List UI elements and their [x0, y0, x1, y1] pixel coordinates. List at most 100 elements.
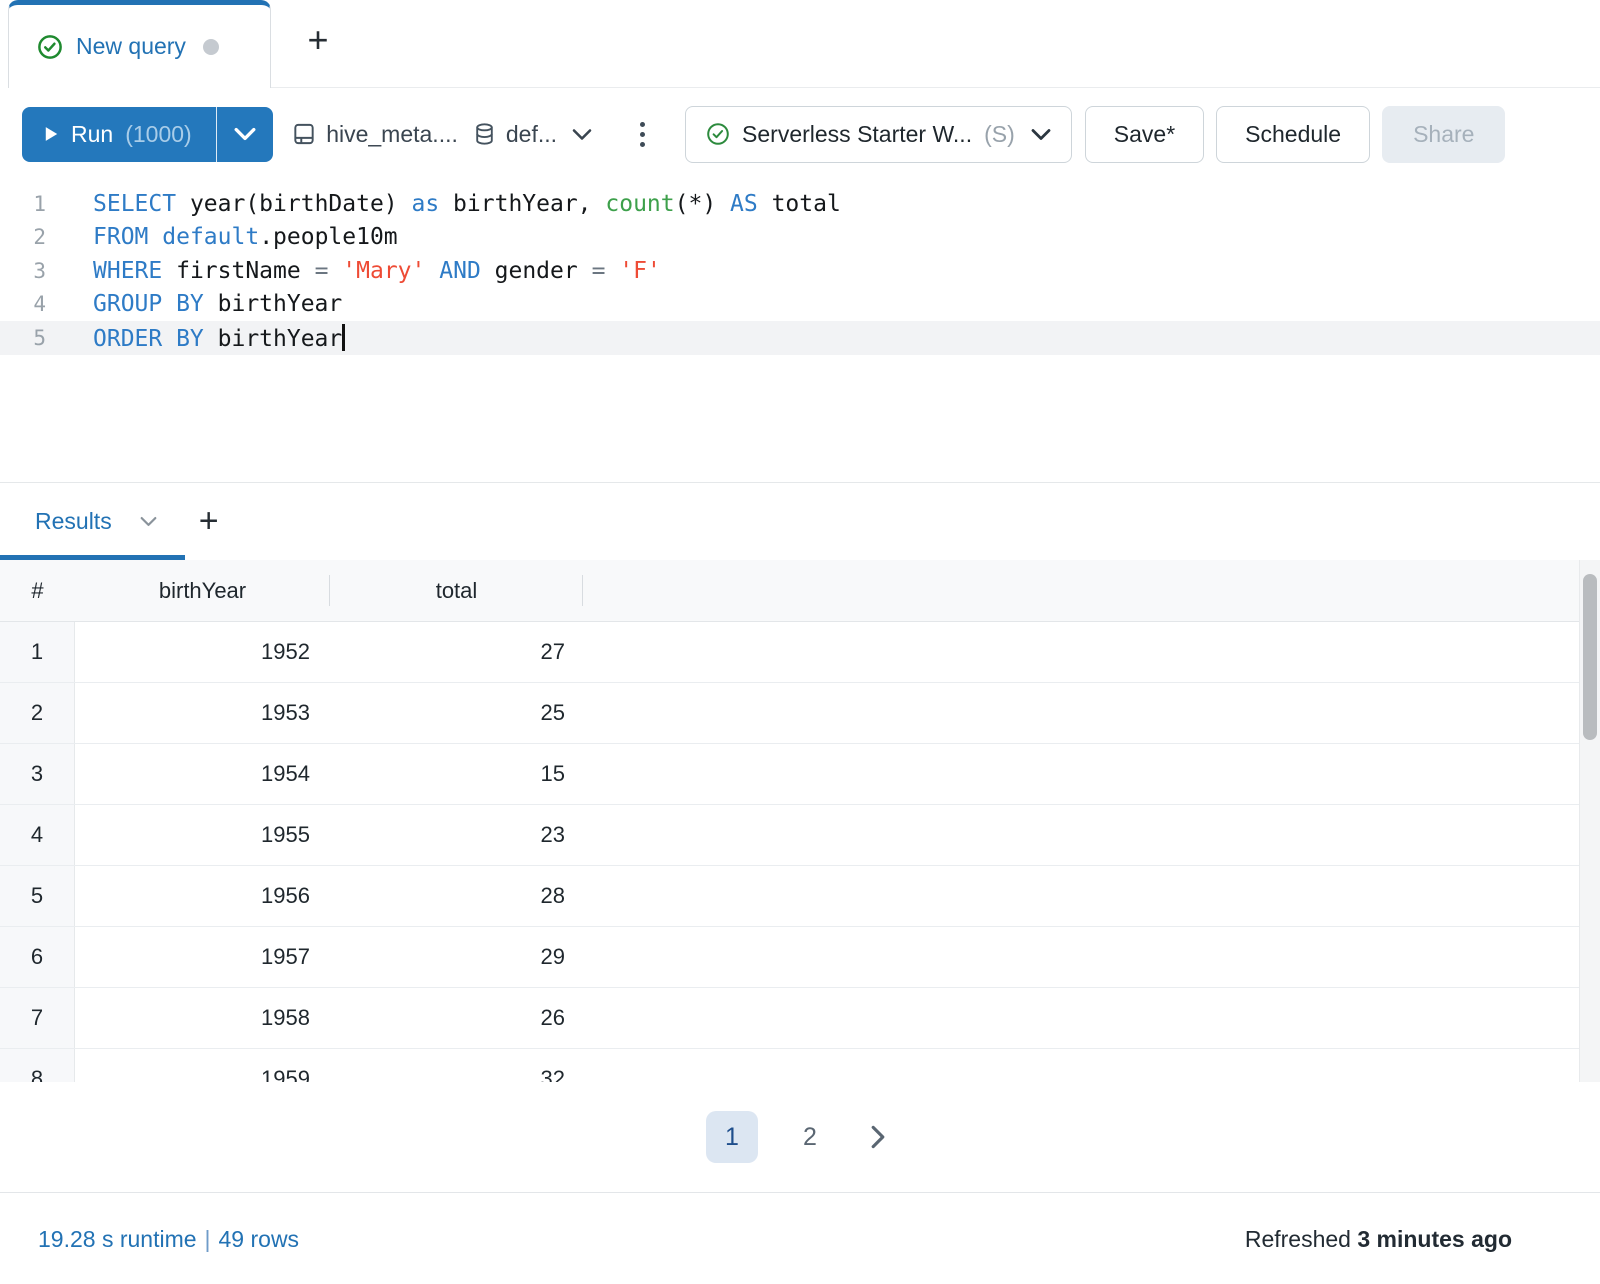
- tab-new-query[interactable]: New query: [8, 0, 271, 88]
- line-number: 1: [0, 192, 46, 216]
- cell-filler: [583, 744, 1600, 804]
- chevron-down-icon: [1031, 128, 1051, 141]
- tab-bar-divider: [271, 87, 1600, 88]
- code-text: GROUP BY birthYear: [93, 291, 342, 317]
- column-header-total[interactable]: total: [330, 560, 583, 621]
- table-row: 2195325: [0, 683, 1600, 744]
- catalog-icon: [291, 121, 317, 147]
- table-row: 6195729: [0, 927, 1600, 988]
- vertical-scrollbar-track[interactable]: [1579, 560, 1600, 1082]
- cell-birthyear[interactable]: 1956: [75, 866, 330, 926]
- run-limit: (1000): [125, 121, 191, 148]
- row-index: 4: [0, 805, 75, 865]
- schedule-button[interactable]: Schedule: [1216, 106, 1370, 163]
- save-button[interactable]: Save*: [1085, 106, 1204, 163]
- cell-birthyear[interactable]: 1959: [75, 1049, 330, 1082]
- code-text: ORDER BY birthYear: [93, 324, 345, 352]
- toolbar: Run (1000) hive_meta.... def...: [0, 88, 1600, 180]
- warehouse-size: (S): [984, 121, 1015, 148]
- line-number: 3: [0, 259, 46, 283]
- column-header-filler: [583, 560, 1600, 621]
- line-number: 4: [0, 292, 46, 316]
- cell-total[interactable]: 32: [330, 1049, 583, 1082]
- tab-results[interactable]: Results: [35, 508, 112, 535]
- row-count: 49 rows: [219, 1226, 300, 1252]
- run-label: Run: [71, 121, 113, 148]
- line-number: 5: [0, 326, 46, 350]
- cell-total[interactable]: 27: [330, 622, 583, 682]
- cell-filler: [583, 683, 1600, 743]
- table-row: 3195415: [0, 744, 1600, 805]
- code-line[interactable]: 1SELECT year(birthDate) as birthYear, co…: [0, 187, 1600, 221]
- cell-total[interactable]: 29: [330, 927, 583, 987]
- results-menu-button[interactable]: [140, 516, 157, 527]
- run-button-group: Run (1000): [22, 107, 273, 162]
- cell-total[interactable]: 23: [330, 805, 583, 865]
- cell-filler: [583, 1049, 1600, 1082]
- table-row: 7195826: [0, 988, 1600, 1049]
- cell-birthyear[interactable]: 1952: [75, 622, 330, 682]
- column-header-birthyear[interactable]: birthYear: [75, 560, 330, 621]
- code-text: WHERE firstName = 'Mary' AND gender = 'F…: [93, 258, 661, 284]
- tab-title: New query: [76, 33, 186, 60]
- row-index: 8: [0, 1049, 75, 1082]
- cell-birthyear[interactable]: 1953: [75, 683, 330, 743]
- pagination: 12: [0, 1082, 1600, 1192]
- sql-editor[interactable]: 1SELECT year(birthDate) as birthYear, co…: [0, 180, 1600, 482]
- cell-birthyear[interactable]: 1955: [75, 805, 330, 865]
- line-number: 2: [0, 225, 46, 249]
- run-options-button[interactable]: [217, 107, 273, 162]
- runtime-value: 19.28 s runtime: [38, 1226, 197, 1252]
- more-options-button[interactable]: [634, 116, 651, 153]
- database-icon: [472, 121, 497, 147]
- text-cursor: [342, 324, 345, 351]
- warehouse-name: Serverless Starter W...: [742, 121, 972, 148]
- cell-birthyear[interactable]: 1958: [75, 988, 330, 1048]
- column-header-index[interactable]: #: [0, 560, 75, 621]
- stats-separator: |: [197, 1226, 219, 1252]
- share-button: Share: [1382, 106, 1505, 163]
- cell-total[interactable]: 26: [330, 988, 583, 1048]
- row-index: 2: [0, 683, 75, 743]
- unsaved-dot-icon: [203, 39, 219, 55]
- row-index: 1: [0, 622, 75, 682]
- new-tab-button[interactable]: +: [296, 18, 340, 62]
- row-index: 6: [0, 927, 75, 987]
- run-button[interactable]: Run (1000): [22, 107, 216, 162]
- add-visualization-button[interactable]: +: [199, 502, 219, 541]
- code-line[interactable]: 2FROM default.people10m: [0, 221, 1600, 255]
- table-row: 8195932: [0, 1049, 1600, 1082]
- cell-total[interactable]: 25: [330, 683, 583, 743]
- kebab-icon: [640, 122, 645, 127]
- cell-filler: [583, 988, 1600, 1048]
- grid-header: # birthYear total: [0, 560, 1600, 622]
- query-stats[interactable]: 19.28 s runtime|49 rows: [38, 1226, 299, 1253]
- cell-birthyear[interactable]: 1954: [75, 744, 330, 804]
- refreshed-time: 3 minutes ago: [1357, 1226, 1512, 1252]
- cell-filler: [583, 927, 1600, 987]
- table-row: 5195628: [0, 866, 1600, 927]
- cell-total[interactable]: 28: [330, 866, 583, 926]
- cell-birthyear[interactable]: 1957: [75, 927, 330, 987]
- row-index: 5: [0, 866, 75, 926]
- next-page-button[interactable]: [862, 1125, 894, 1149]
- results-tab-strip: Results +: [0, 482, 1600, 560]
- page-button-2[interactable]: 2: [784, 1111, 836, 1163]
- cell-total[interactable]: 15: [330, 744, 583, 804]
- play-icon: [44, 126, 59, 142]
- code-line[interactable]: 5 ORDER BY birthYear: [0, 321, 1600, 355]
- catalog-schema-selector[interactable]: hive_meta.... def...: [291, 121, 592, 148]
- warehouse-selector[interactable]: Serverless Starter W... (S): [685, 106, 1072, 163]
- code-line[interactable]: 3 WHERE firstName = 'Mary' AND gender = '…: [0, 254, 1600, 288]
- catalog-value: hive_meta....: [326, 121, 458, 148]
- cell-filler: [583, 622, 1600, 682]
- cell-filler: [583, 866, 1600, 926]
- results-grid: # birthYear total 1195227219532531954154…: [0, 560, 1600, 1082]
- vertical-scrollbar-thumb[interactable]: [1583, 574, 1597, 740]
- check-circle-icon: [37, 34, 63, 60]
- page-button-1[interactable]: 1: [706, 1111, 758, 1163]
- chevron-down-icon: [234, 127, 256, 141]
- tab-bar: New query +: [0, 0, 1600, 88]
- code-line[interactable]: 4 GROUP BY birthYear: [0, 288, 1600, 322]
- chevron-down-icon: [572, 128, 592, 141]
